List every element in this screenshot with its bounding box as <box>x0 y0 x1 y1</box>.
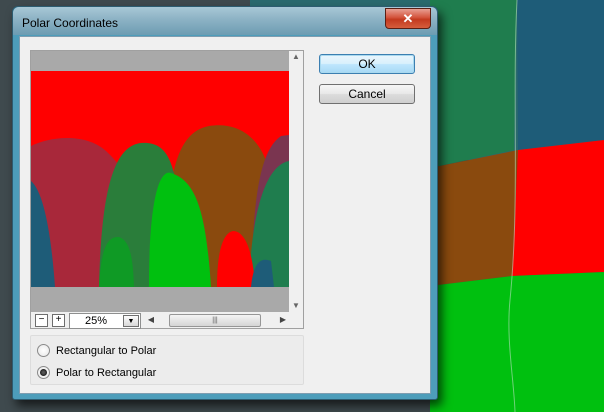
zoom-in-button[interactable]: + <box>52 314 65 327</box>
dialog-title: Polar Coordinates <box>22 16 119 30</box>
plus-icon: + <box>55 314 62 325</box>
zoom-out-button[interactable]: − <box>35 314 48 327</box>
preview-image[interactable] <box>31 51 289 312</box>
preview-panel: ▲ ▼ − + 25% ▼ ◀ ||| ▶ <box>30 50 304 329</box>
radio-label: Rectangular to Polar <box>56 344 157 357</box>
radio-button-selected[interactable] <box>37 366 50 379</box>
zoom-value: 25% <box>84 315 108 327</box>
polar-coordinates-dialog: Polar Coordinates ✕ ▲ ▼ − + 25% ▼ ◀ ||| … <box>12 6 438 400</box>
minus-icon: − <box>38 314 45 325</box>
triangle-left-icon[interactable]: ◀ <box>145 314 157 326</box>
triangle-down-icon[interactable]: ▼ <box>289 300 303 312</box>
conversion-mode-group: Rectangular to Polar Polar to Rectangula… <box>30 335 304 385</box>
radio-rectangular-to-polar[interactable]: Rectangular to Polar <box>37 344 156 357</box>
scrollbar-thumb[interactable]: ||| <box>169 314 261 327</box>
ok-button[interactable]: OK <box>319 54 415 74</box>
zoom-select[interactable]: 25% ▼ <box>69 313 141 329</box>
radio-polar-to-rectangular[interactable]: Polar to Rectangular <box>37 366 156 379</box>
radio-button[interactable] <box>37 344 50 357</box>
close-icon: ✕ <box>402 10 414 26</box>
zoom-bar: − + 25% ▼ ◀ ||| ▶ <box>31 312 303 329</box>
preview-vertical-scrollbar[interactable]: ▲ ▼ <box>289 51 303 312</box>
preview-horizontal-scrollbar[interactable]: ◀ ||| ▶ <box>145 314 289 327</box>
cancel-button[interactable]: Cancel <box>319 84 415 104</box>
title-bar[interactable]: Polar Coordinates ✕ <box>13 7 437 35</box>
chevron-down-icon[interactable]: ▼ <box>123 315 139 327</box>
dialog-body: ▲ ▼ − + 25% ▼ ◀ ||| ▶ Rectangular to Pol… <box>19 36 431 394</box>
triangle-right-icon[interactable]: ▶ <box>277 314 289 326</box>
close-button[interactable]: ✕ <box>385 8 431 29</box>
triangle-up-icon[interactable]: ▲ <box>289 51 303 63</box>
radio-label: Polar to Rectangular <box>56 366 157 379</box>
